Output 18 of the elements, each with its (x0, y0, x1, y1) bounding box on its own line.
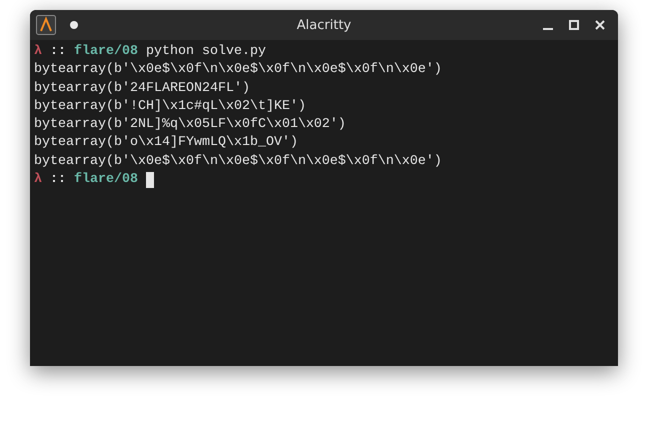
prompt-symbol: λ (34, 171, 42, 190)
command-text: python solve.py (146, 43, 266, 61)
output-line: bytearray(b'!CH]\x1c#qL\x02\t]KE') (34, 98, 306, 116)
prompt-path: flare/08 (74, 43, 138, 61)
prompt-separator: :: (50, 171, 66, 190)
output-line: bytearray(b'\x0e$\x0f\n\x0e$\x0f\n\x0e$\x0f\n\x0e') (34, 152, 442, 171)
maximize-icon[interactable] (568, 19, 580, 31)
dot-icon[interactable] (70, 21, 78, 29)
output-line: bytearray(b'\x0e$\x0f\n\x0e$\x0f\n\x0e$\x0f\n\x0e') (34, 61, 442, 80)
window-title: Alacritty (296, 18, 352, 32)
output-line: bytearray(b'o\x14]FYwmLQ\x1b_OV') (34, 134, 298, 152)
prompt-separator: :: (50, 43, 66, 61)
app-icon (36, 15, 56, 35)
close-icon[interactable] (594, 19, 606, 31)
prompt-symbol: λ (34, 43, 42, 61)
output-line: bytearray(b'24FLAREON24FL') (34, 80, 250, 98)
output-line: bytearray(b'2NL]%q\x05LF\x0fC\x01\x02') (34, 116, 346, 134)
prompt-path: flare/08 (74, 171, 138, 190)
